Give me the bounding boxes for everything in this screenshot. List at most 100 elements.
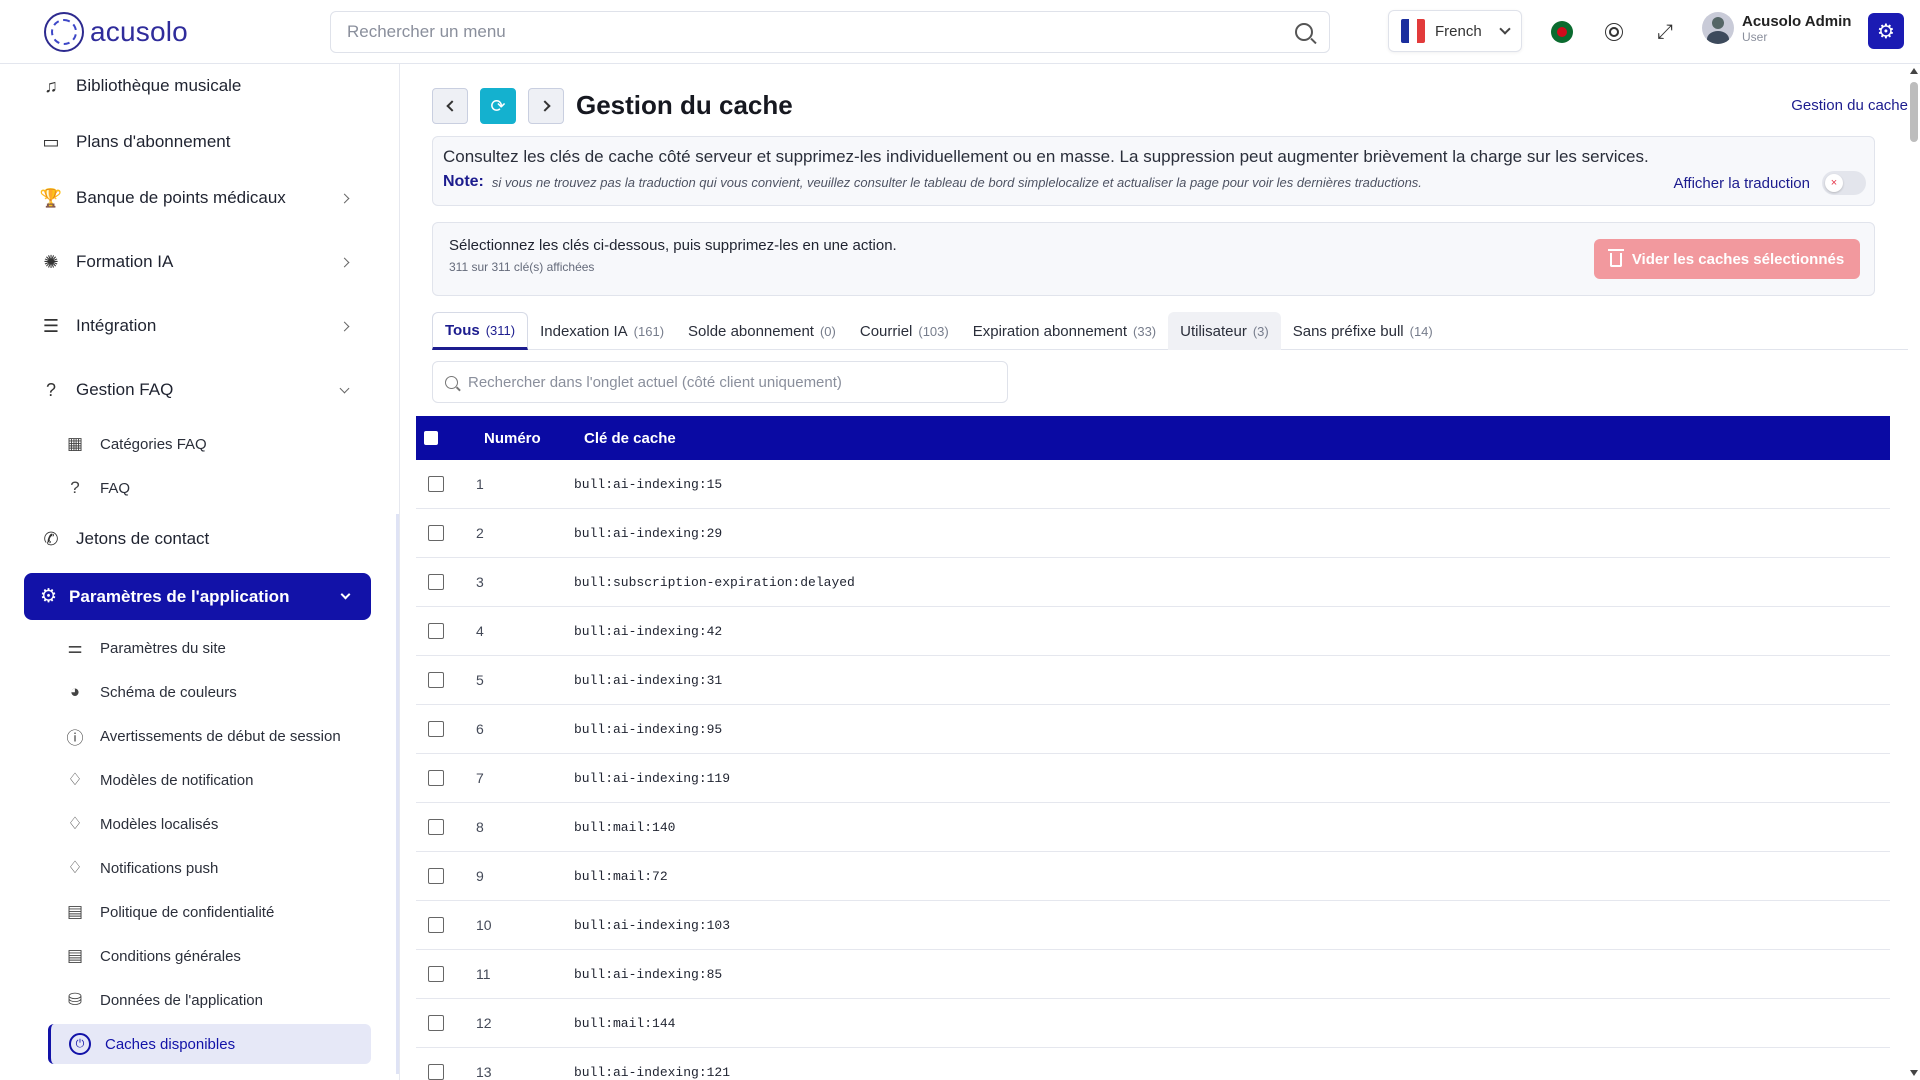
sidebar-item-notification-templates[interactable]: ♢ Modèles de notification xyxy=(64,760,370,800)
sidebar-item-subscription-plans[interactable]: ▭ Plans d'abonnement xyxy=(40,120,370,164)
tab-count: (311) xyxy=(485,322,516,338)
row-checkbox[interactable] xyxy=(428,525,444,541)
language-select[interactable]: French xyxy=(1388,10,1522,52)
trash-icon xyxy=(1607,249,1624,267)
sidebar-item-localized-templates[interactable]: ♢ Modèles localisés xyxy=(64,804,370,844)
back-button[interactable] xyxy=(432,88,468,124)
table-row[interactable]: 6 bull:ai-indexing:95 xyxy=(416,705,1890,754)
sidebar-item-faq-management[interactable]: ? Gestion FAQ xyxy=(40,368,370,412)
row-checkbox[interactable] xyxy=(428,770,444,786)
table-row[interactable]: 1 bull:ai-indexing:15 xyxy=(416,460,1890,509)
row-checkbox[interactable] xyxy=(428,1015,444,1031)
menu-search-input[interactable]: Rechercher un menu xyxy=(330,11,1330,53)
table-row[interactable]: 8 bull:mail:140 xyxy=(416,803,1890,852)
tab-mail[interactable]: Courriel (103) xyxy=(848,312,961,350)
tab-user[interactable]: Utilisateur (3) xyxy=(1168,312,1281,350)
region-flag-icon[interactable] xyxy=(1550,20,1574,44)
tab-search-input[interactable]: Rechercher dans l'onglet actuel (côté cl… xyxy=(432,361,1008,403)
table-row[interactable]: 11 bull:ai-indexing:85 xyxy=(416,950,1890,999)
table-row[interactable]: 13 bull:ai-indexing:121 xyxy=(416,1048,1890,1080)
table-row[interactable]: 12 bull:mail:144 xyxy=(416,999,1890,1048)
row-cache-key: bull:ai-indexing:103 xyxy=(574,917,731,933)
scroll-down-icon[interactable] xyxy=(1910,1070,1918,1076)
sidebar-item-label: Conditions générales xyxy=(100,947,241,965)
sidebar-item-color-scheme[interactable]: ◕ Schéma de couleurs xyxy=(64,672,370,712)
brain-icon: ✺ xyxy=(43,251,59,272)
language-label: French xyxy=(1435,22,1482,40)
table-row[interactable]: 9 bull:mail:72 xyxy=(416,852,1890,901)
bell-ring-icon: ♢ xyxy=(67,858,83,877)
row-checkbox[interactable] xyxy=(428,623,444,639)
sidebar-item-label: Formation IA xyxy=(76,252,174,271)
refresh-button[interactable]: ⟳ xyxy=(480,88,516,124)
row-checkbox[interactable] xyxy=(428,966,444,982)
row-cache-key: bull:ai-indexing:42 xyxy=(574,623,723,639)
sidebar-item-label: Politique de confidentialité xyxy=(100,903,275,921)
row-number: 12 xyxy=(476,1015,492,1031)
refresh-icon: ⟳ xyxy=(490,95,506,116)
sidebar-scrollbar[interactable] xyxy=(396,514,399,1074)
scroll-thumb[interactable] xyxy=(1910,82,1918,142)
table-row[interactable]: 7 bull:ai-indexing:119 xyxy=(416,754,1890,803)
brand-logo[interactable]: acusolo xyxy=(44,12,188,52)
sidebar-item-available-caches[interactable]: ⏻ Caches disponibles xyxy=(48,1024,371,1064)
row-checkbox[interactable] xyxy=(428,1064,444,1080)
sidebar-item-push-notifications[interactable]: ♢ Notifications push xyxy=(64,848,370,888)
chevron-left-icon xyxy=(445,100,458,112)
sidebar-item-ai-training[interactable]: ✺ Formation IA xyxy=(40,240,370,284)
sidebar-item-label: Gestion FAQ xyxy=(76,380,174,399)
row-number: 11 xyxy=(476,966,491,982)
row-checkbox[interactable] xyxy=(428,868,444,884)
sidebar-item-faq-categories[interactable]: ▦ Catégories FAQ xyxy=(64,424,370,464)
row-checkbox[interactable] xyxy=(428,672,444,688)
select-all-checkbox[interactable] xyxy=(424,431,438,445)
tab-no-bull-prefix[interactable]: Sans préfixe bull (14) xyxy=(1281,312,1445,350)
table-row[interactable]: 10 bull:ai-indexing:103 xyxy=(416,901,1890,950)
sidebar-item-app-settings[interactable]: ⚙ Paramètres de l'application xyxy=(24,573,371,620)
logo-icon xyxy=(44,12,84,52)
brand-name: acusolo xyxy=(90,16,188,47)
sidebar-item-medical-points[interactable]: 🏆 Banque de points médicaux xyxy=(40,176,370,220)
table-row[interactable]: 4 bull:ai-indexing:42 xyxy=(416,607,1890,656)
tab-all[interactable]: Tous (311) xyxy=(432,312,529,350)
settings-button[interactable]: ⚙ xyxy=(1868,13,1904,49)
sidebar-item-music-library[interactable]: ♫ Bibliothèque musicale xyxy=(40,64,370,108)
row-checkbox[interactable] xyxy=(428,476,444,492)
page-scrollbar[interactable] xyxy=(1908,64,1920,1080)
table-row[interactable]: 3 bull:subscription-expiration:delayed xyxy=(416,558,1890,607)
sidebar-item-label: Banque de points médicaux xyxy=(76,188,286,207)
breadcrumb[interactable]: Gestion du cache xyxy=(1791,97,1908,114)
forward-button[interactable] xyxy=(528,88,564,124)
tab-subscription-balance[interactable]: Solde abonnement (0) xyxy=(676,312,848,350)
translation-toggle[interactable]: × xyxy=(1822,171,1866,195)
sidebar-item-integration[interactable]: ☰ Intégration xyxy=(40,304,370,348)
row-checkbox[interactable] xyxy=(428,819,444,835)
table-row[interactable]: 5 bull:ai-indexing:31 xyxy=(416,656,1890,705)
row-checkbox[interactable] xyxy=(428,917,444,933)
tab-ai-indexing[interactable]: Indexation IA (161) xyxy=(528,312,676,350)
sidebar-item-privacy-policy[interactable]: ▤ Politique de confidentialité xyxy=(64,892,370,932)
sidebar-item-terms[interactable]: ▤ Conditions générales xyxy=(64,936,370,976)
database-icon: ⛁ xyxy=(67,990,83,1009)
sidebar-item-faq[interactable]: ? FAQ xyxy=(64,468,370,508)
row-cache-key: bull:ai-indexing:29 xyxy=(574,525,723,541)
scroll-up-icon[interactable] xyxy=(1910,68,1918,74)
sidebar-item-contact-tokens[interactable]: ✆ Jetons de contact xyxy=(40,517,370,561)
table-row[interactable]: 2 bull:ai-indexing:29 xyxy=(416,509,1890,558)
fullscreen-icon[interactable]: ⤢ xyxy=(1653,20,1677,44)
theme-toggle-icon[interactable] xyxy=(1602,20,1626,44)
search-icon[interactable] xyxy=(1295,23,1313,41)
sidebar-item-label: Avertissements de début de session xyxy=(100,727,341,745)
sidebar-item-app-data[interactable]: ⛁ Données de l'application xyxy=(64,980,370,1020)
tab-subscription-expiration[interactable]: Expiration abonnement (33) xyxy=(961,312,1168,350)
sidebar-item-session-warnings[interactable]: ⓘ Avertissements de début de session xyxy=(64,716,370,756)
row-checkbox[interactable] xyxy=(428,721,444,737)
cache-tabs: Tous (311) Indexation IA (161) Solde abonn… xyxy=(432,312,1908,350)
sidebar-item-label: Intégration xyxy=(76,316,157,335)
clear-selected-caches-button[interactable]: Vider les caches sélectionnés xyxy=(1594,239,1860,279)
row-checkbox[interactable] xyxy=(428,574,444,590)
user-menu[interactable]: Acusolo Admin User xyxy=(1702,12,1851,44)
document-icon: ▤ xyxy=(66,902,84,921)
row-number: 13 xyxy=(476,1064,492,1080)
sidebar-item-site-settings[interactable]: ⚌ Paramètres du site xyxy=(64,628,370,668)
